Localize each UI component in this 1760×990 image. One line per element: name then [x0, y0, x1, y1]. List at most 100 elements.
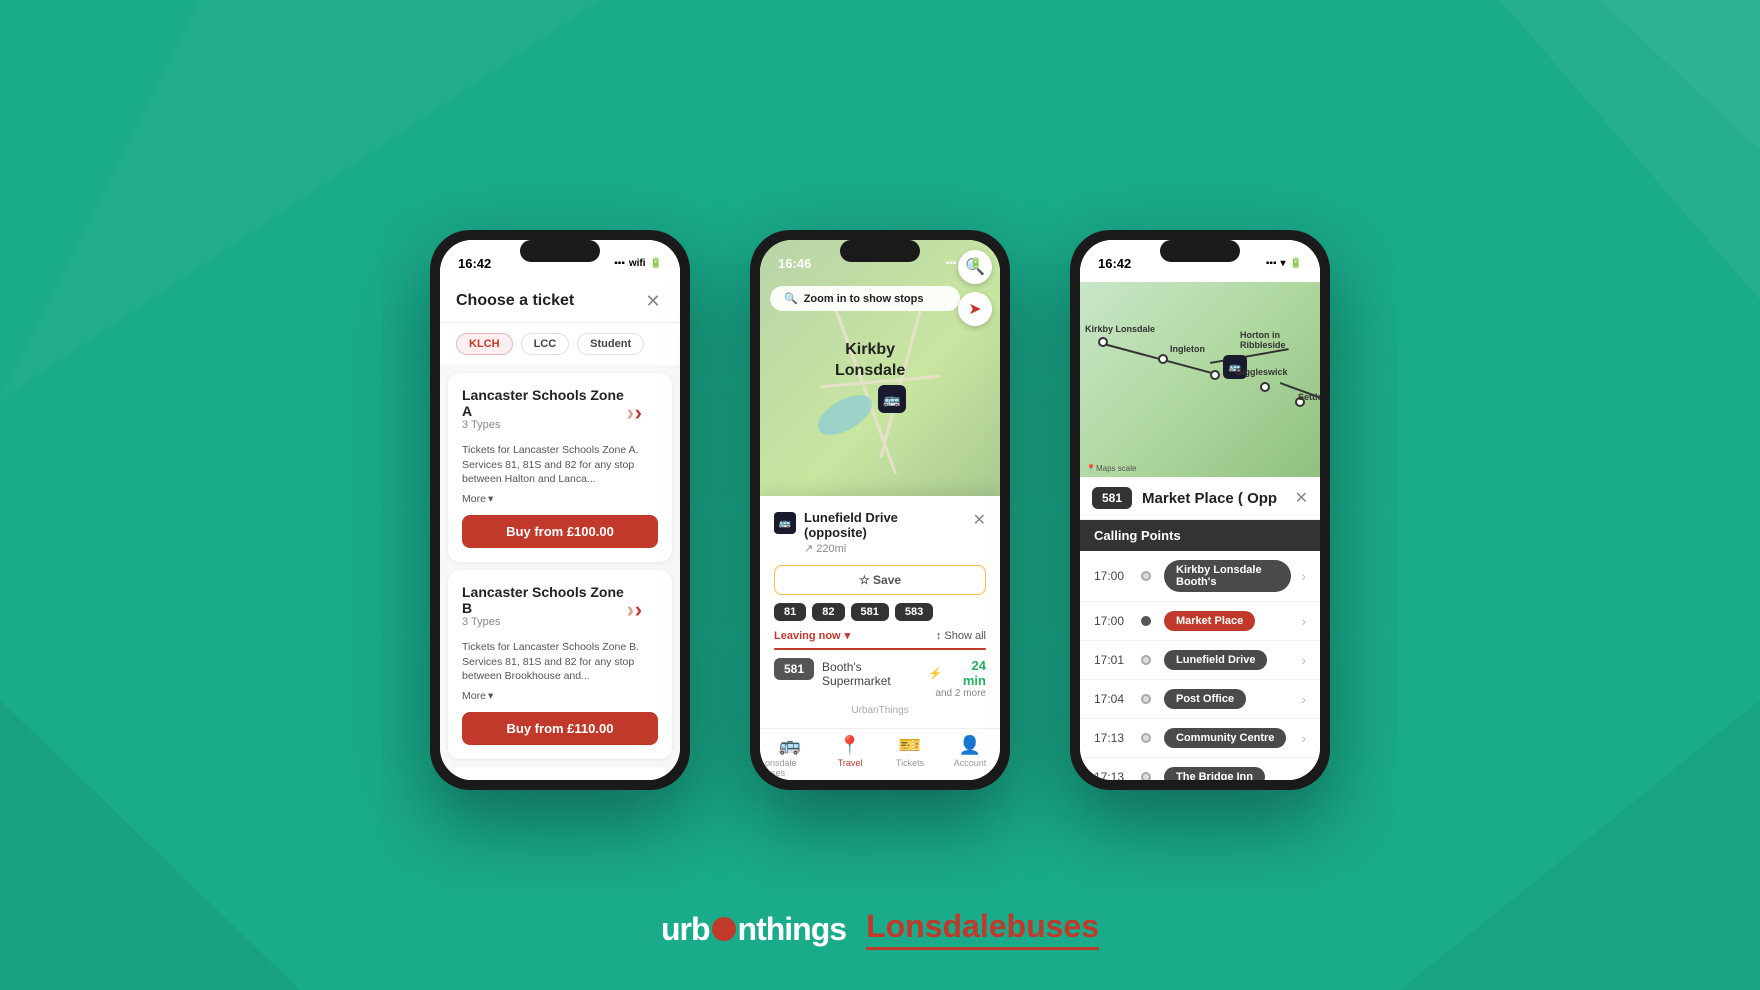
tab-account[interactable]: 👤 Account — [940, 735, 1000, 778]
tab-tickets-icon: 🎫 — [899, 735, 921, 756]
wifi-icon-2: ▾ — [961, 258, 966, 269]
cp-stop-1: Market Place — [1164, 611, 1255, 631]
bottom-branding: urbnthings Lonsdalebuses — [661, 908, 1099, 950]
signal-icon-2: ▪▪▪ — [946, 258, 957, 269]
map-area[interactable]: KirkbyLonsdale 🚌 🔍 Zoom in to show stops… — [760, 240, 1000, 728]
ticket-name-a: Lancaster Schools Zone A — [462, 387, 625, 419]
route-82[interactable]: 82 — [812, 603, 844, 621]
buy-button-a[interactable]: Buy from £100.00 — [462, 515, 658, 548]
filter-lcc[interactable]: LCC — [521, 333, 570, 355]
cp-chevron-4: › — [1301, 730, 1306, 746]
status-icons-3: ▪▪▪ ▾ 🔋 — [1266, 258, 1302, 269]
phones-container: 16:42 ▪▪▪ wifi 🔋 Choose a ticket ✕ KLCH … — [430, 200, 1330, 790]
wifi-icon-3: ▾ — [1281, 258, 1286, 269]
save-button[interactable]: ☆ Save — [774, 565, 986, 595]
wifi-icon: wifi — [629, 258, 646, 269]
close-button[interactable]: ✕ — [642, 290, 664, 312]
map-area-3[interactable]: 🚌 Kirkby Lonsdale Ingleton Horton in Rib… — [1080, 282, 1320, 477]
stop-close-button[interactable]: ✕ — [973, 510, 986, 530]
tab-travel[interactable]: 📍 Travel — [820, 735, 880, 778]
cp-stop-2: Lunefield Drive — [1164, 650, 1267, 670]
cp-time-0: 17:00 — [1094, 569, 1128, 583]
ticket-arrow-b[interactable] — [625, 595, 658, 625]
leaving-now-label: Leaving now ▾ — [774, 629, 850, 642]
ticket-arrow-a[interactable] — [625, 398, 658, 428]
status-time-1: 16:42 — [458, 256, 491, 271]
ticket-name-b: Lancaster Schools Zone B — [462, 584, 625, 616]
map3-label-giggleswick: Giggleswick — [1235, 367, 1288, 377]
cp-time-1: 17:00 — [1094, 614, 1128, 628]
filter-klch[interactable]: KLCH — [456, 333, 513, 355]
cp-time-2: 17:01 — [1094, 653, 1128, 667]
dynamic-island-1 — [520, 240, 600, 262]
calling-points-header: Calling Points — [1080, 520, 1320, 551]
phone-2: 16:46 ▪▪▪ ▾ 🔋 — [750, 230, 1010, 790]
cp-chevron-5: › — [1301, 769, 1306, 780]
cp-item-3[interactable]: 17:04 Post Office › — [1080, 680, 1320, 719]
phone1-content: Choose a ticket ✕ KLCH LCC Student La — [440, 282, 680, 780]
map3-label-settle: Settle — [1298, 392, 1320, 402]
cp-time-4: 17:13 — [1094, 731, 1128, 745]
urbanthings-logo: urbnthings — [661, 911, 846, 948]
cp-stop-3: Post Office — [1164, 689, 1246, 709]
phone3-content: 🚌 Kirkby Lonsdale Ingleton Horton in Rib… — [1080, 282, 1320, 780]
more-link-a[interactable]: More ▾ — [462, 493, 658, 505]
status-time-2: 16:46 — [778, 256, 811, 271]
cp-dot-1 — [1141, 616, 1151, 626]
tab-tickets-label: Tickets — [896, 758, 924, 768]
cp-time-5: 17:13 — [1094, 770, 1128, 780]
tab-lonsdale-icon: 🚌 — [779, 735, 801, 756]
route-badge-3[interactable]: 581 — [1092, 487, 1132, 509]
route-583[interactable]: 583 — [895, 603, 933, 621]
buy-button-b[interactable]: Buy from £110.00 — [462, 712, 658, 745]
map3-label-kirkby: Kirkby Lonsdale — [1085, 324, 1155, 334]
ticket-desc-a: Tickets for Lancaster Schools Zone A. Se… — [462, 443, 658, 487]
status-icons-2: ▪▪▪ ▾ 🔋 — [946, 258, 982, 269]
lonsdale-logo: Lonsdalebuses — [866, 908, 1099, 950]
dep-dest: Booth's Supermarket — [822, 660, 929, 688]
stop-icon: 🚌 — [774, 512, 796, 534]
tab-lonsdale-label: Lonsdale Buses — [760, 758, 820, 778]
route-tags: 81 82 581 583 — [774, 603, 986, 621]
departure-item: 581 Booth's Supermarket ⚡ 24 min and 2 m… — [774, 658, 986, 699]
ticket-card-zone-b: Lancaster Schools Zone B 3 Types Tickets… — [448, 570, 672, 759]
cp-item-1[interactable]: 17:00 Market Place › — [1080, 602, 1320, 641]
filter-student[interactable]: Student — [577, 333, 644, 355]
tab-tickets[interactable]: 🎫 Tickets — [880, 735, 940, 778]
phone-1: 16:42 ▪▪▪ wifi 🔋 Choose a ticket ✕ KLCH … — [430, 230, 690, 790]
cp-item-5[interactable]: 17:13 The Bridge Inn › — [1080, 758, 1320, 780]
stop-distance: ↗ 220mi — [804, 542, 898, 555]
cp-chevron-1: › — [1301, 613, 1306, 629]
urbanthings-credit: UrbanThings — [774, 699, 986, 718]
stop-header-3: 581 Market Place ( Opp ✕ — [1080, 477, 1320, 520]
stop-header-close[interactable]: ✕ — [1295, 488, 1308, 508]
dep-mins: ⚡ 24 min — [929, 658, 986, 688]
cp-dot-3 — [1141, 694, 1151, 704]
stop-popup: 🚌 Lunefield Drive(opposite) ↗ 220mi ✕ — [760, 496, 1000, 728]
more-link-b[interactable]: More ▾ — [462, 690, 658, 702]
dep-more: and 2 more — [929, 688, 986, 699]
cp-item-4[interactable]: 17:13 Community Centre › — [1080, 719, 1320, 758]
ticket-card-zone-a: Lancaster Schools Zone A 3 Types Tickets… — [448, 373, 672, 562]
ticket-screen-title: Choose a ticket — [456, 292, 574, 310]
cp-chevron-2: › — [1301, 652, 1306, 668]
stop-header-name: Market Place ( Opp — [1142, 490, 1285, 507]
cp-dot-0 — [1141, 571, 1151, 581]
map-compass-button[interactable]: ➤ — [958, 292, 992, 326]
cp-dot-2 — [1141, 655, 1151, 665]
battery-icon: 🔋 — [650, 258, 662, 269]
cp-item-0[interactable]: 17:00 Kirkby Lonsdale Booth's › — [1080, 551, 1320, 602]
cp-chevron-0: › — [1301, 568, 1306, 584]
cp-chevron-3: › — [1301, 691, 1306, 707]
cp-stop-5: The Bridge Inn — [1164, 767, 1265, 780]
route-81[interactable]: 81 — [774, 603, 806, 621]
show-all-button[interactable]: ↕ Show all — [936, 630, 986, 642]
status-time-3: 16:42 — [1098, 256, 1131, 271]
dep-route-num[interactable]: 581 — [774, 658, 814, 680]
tab-account-icon: 👤 — [959, 735, 981, 756]
route-581[interactable]: 581 — [851, 603, 889, 621]
tab-lonsdale-buses[interactable]: 🚌 Lonsdale Buses — [760, 735, 820, 778]
cp-item-2[interactable]: 17:01 Lunefield Drive › — [1080, 641, 1320, 680]
tab-travel-icon: 📍 — [839, 735, 861, 756]
cp-stop-0: Kirkby Lonsdale Booth's — [1164, 560, 1291, 592]
